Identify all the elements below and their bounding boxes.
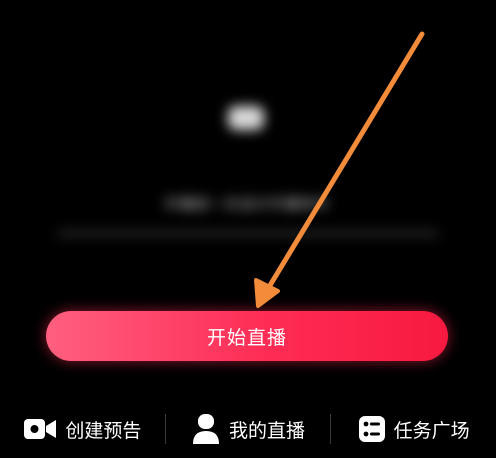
blurred-caption: 开播前一次设计开播条件 [164, 197, 330, 213]
blurred-badge [228, 106, 264, 130]
start-live-button[interactable]: 开始直播 [46, 311, 448, 361]
blurred-line [58, 232, 438, 235]
create-preview-label: 创建预告 [65, 419, 142, 442]
task-plaza-button[interactable]: 任务广场 [331, 409, 496, 449]
my-live-label: 我的直播 [229, 419, 306, 442]
video-camera-icon [23, 416, 57, 442]
user-icon [191, 413, 221, 445]
checklist-icon [358, 415, 386, 443]
create-preview-button[interactable]: 创建预告 [0, 409, 165, 449]
my-live-button[interactable]: 我的直播 [166, 409, 331, 449]
task-plaza-label: 任务广场 [393, 419, 470, 442]
bottom-bar: 创建预告 我的直播 任务广场 [0, 400, 496, 458]
blurred-content: 开播前一次设计开播条件 [0, 0, 496, 260]
